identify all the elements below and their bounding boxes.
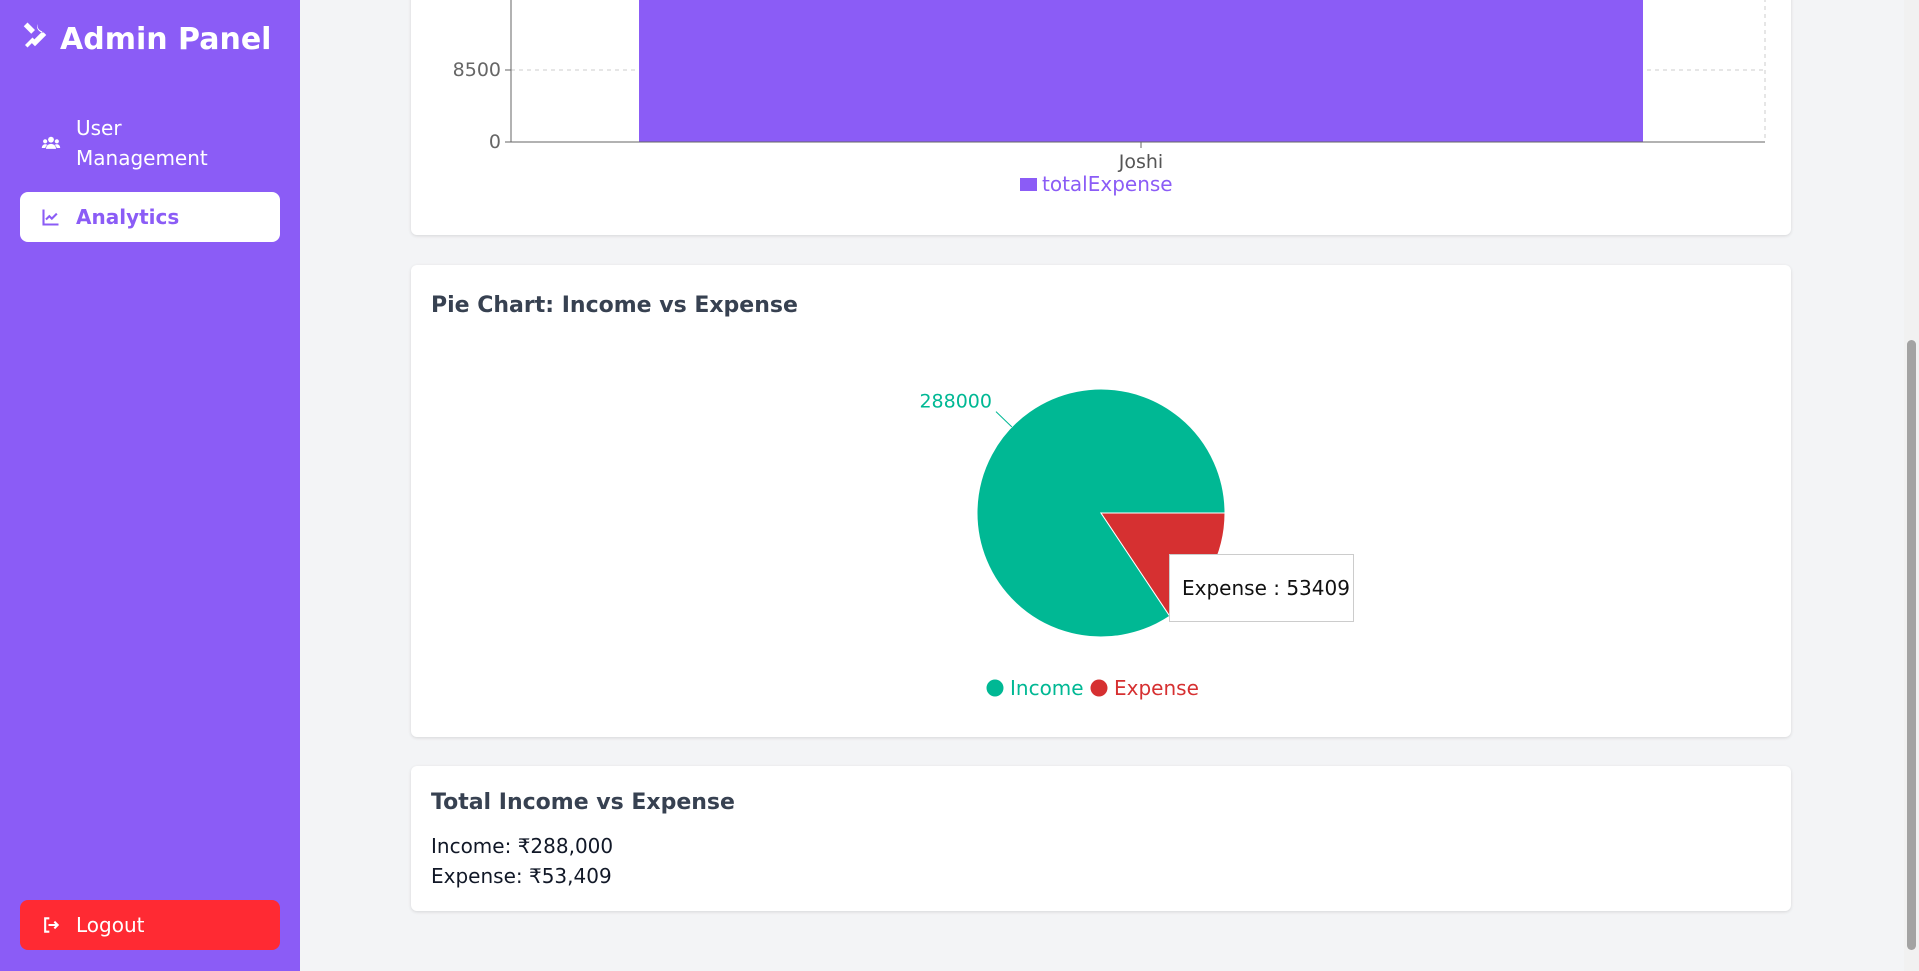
pie-label-line — [995, 411, 1013, 428]
y-tick-label: 8500 — [453, 59, 501, 81]
bar-joshi — [639, 0, 1643, 142]
pie-chart-card: Pie Chart: Income vs Expense 288000 Incom… — [411, 265, 1791, 737]
scrollbar-thumb[interactable] — [1907, 340, 1916, 950]
sidebar-item-analytics[interactable]: Analytics — [20, 192, 280, 242]
legend-label: totalExpense — [1042, 172, 1173, 196]
legend-dot-income — [986, 679, 1004, 697]
total-card: Total Income vs Expense Income: ₹288,000… — [411, 766, 1791, 911]
y-tick-label: 0 — [489, 131, 501, 153]
total-title: Total Income vs Expense — [431, 790, 735, 815]
pie-slice-label: 288000 — [919, 391, 992, 413]
brand-title: Admin Panel — [60, 21, 272, 57]
legend-label-expense: Expense — [1114, 676, 1199, 700]
sidebar-item-label: Analytics — [76, 205, 180, 229]
scrollbar-track[interactable] — [1904, 0, 1919, 971]
logout-button[interactable]: Logout — [20, 900, 280, 950]
brand: Admin Panel — [20, 20, 271, 58]
x-tick-label: Joshi — [1118, 151, 1163, 173]
pie-chart: 288000 Income Expense — [919, 388, 1226, 700]
logout-label: Logout — [76, 913, 145, 937]
logout-icon — [40, 914, 62, 936]
bar-chart: 0 8500 JoshitotalExpense — [453, 0, 1766, 196]
legend-dot-expense — [1090, 679, 1108, 697]
pie-tooltip: Expense : 53409 — [1169, 554, 1354, 622]
total-expense: Expense: ₹53,409 — [431, 864, 612, 888]
users-icon — [40, 132, 62, 154]
legend-swatch — [1020, 178, 1037, 191]
sidebar: Admin Panel User Management Analytics Lo… — [0, 0, 300, 971]
total-income: Income: ₹288,000 — [431, 834, 614, 858]
bar-chart-card: 0 8500 Joshi totalExpense — [411, 0, 1791, 235]
chart-line-icon — [40, 206, 62, 228]
sidebar-item-user-management[interactable]: User Management — [20, 110, 280, 176]
legend-label-income: Income — [1010, 676, 1084, 700]
sidebar-item-label: User Management — [76, 116, 208, 170]
tools-icon — [20, 20, 50, 58]
